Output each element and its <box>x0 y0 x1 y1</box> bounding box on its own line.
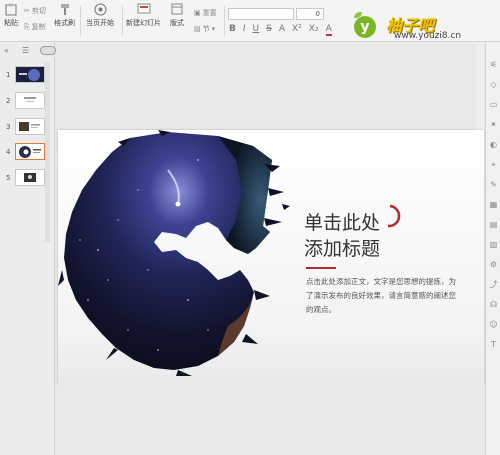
play-icon <box>93 2 107 16</box>
brush-circle-galaxy-image[interactable] <box>58 130 484 385</box>
scissors-icon: ✂ <box>24 7 30 15</box>
format-painter-button[interactable]: 格式刷 <box>54 2 75 28</box>
copy-icon: ⎘ <box>24 22 30 31</box>
logo-url: www.youzi8.cn <box>394 31 462 41</box>
chart-icon[interactable]: ▥ <box>489 240 498 249</box>
layout-icon <box>170 2 184 16</box>
slide-thumbnail-panel: « ☰ 1 2 3 4 5 <box>0 42 56 455</box>
slide-number: 4 <box>6 148 11 156</box>
layout-label: 版式 <box>170 19 184 27</box>
notes-area[interactable] <box>58 385 484 455</box>
divider <box>224 6 225 36</box>
section-icon: ▤ <box>194 25 201 33</box>
text-icon[interactable]: T <box>489 340 498 349</box>
slide-preview <box>15 66 45 83</box>
underline-button[interactable]: U <box>253 24 260 36</box>
font-color-button[interactable]: A <box>325 24 332 36</box>
italic-button[interactable]: I <box>243 24 246 36</box>
slide-preview <box>15 92 45 109</box>
format-painter-label: 格式刷 <box>54 19 75 27</box>
text-format-row: B I U S A X² X₂ A <box>229 24 332 36</box>
right-tool-strip: ⚟ ◇ ▭ ✶ ◐ ⌖ ✎ ▦ ▤ ▥ ⚙ ⤴ ☊ ☺ T <box>485 42 500 455</box>
picture-icon[interactable]: ▤ <box>489 220 498 229</box>
divider <box>122 6 123 36</box>
brush-icon[interactable]: ✎ <box>489 180 498 189</box>
superscript-button[interactable]: X² <box>292 24 302 36</box>
animation-icon[interactable]: ✶ <box>489 120 498 129</box>
layout-button[interactable]: 版式 <box>170 2 184 28</box>
slide-number: 1 <box>6 71 11 79</box>
new-slide-icon <box>137 2 151 16</box>
slide-thumbnail[interactable]: 2 <box>0 92 55 112</box>
pin-icon[interactable]: ⌖ <box>489 160 498 169</box>
slide-preview <box>15 143 45 160</box>
cut-button[interactable]: ✂ 剪切 <box>24 6 46 16</box>
reset-button[interactable]: ▣ 重置 <box>194 8 217 18</box>
shape-icon[interactable]: ◇ <box>489 80 498 89</box>
title-line-1: 单击此处 <box>304 212 381 234</box>
outline-view-icon[interactable]: ☰ <box>22 46 30 55</box>
copy-button[interactable]: ⎘ 复制 <box>24 22 46 32</box>
from-current-label: 当页开始 <box>86 19 114 27</box>
subscript-button[interactable]: X₂ <box>309 24 319 36</box>
accent-line <box>306 267 336 269</box>
reset-icon: ▣ <box>194 9 201 17</box>
new-slide-button[interactable]: 新建幻灯片 <box>126 2 161 28</box>
panel-view-tabs: « ☰ <box>4 46 56 55</box>
copy-label: 复制 <box>31 23 46 31</box>
section-label: 节 <box>202 25 210 33</box>
watermark-logo: y 柚子吧 www.youzi8.cn <box>348 12 488 42</box>
slide-body-placeholder[interactable]: 点击此处添加正文，文字是您思想的提炼，为了演示发布的良好效果，请言简意赅的阐述您… <box>306 275 458 317</box>
collapse-panel-icon[interactable]: « <box>4 46 12 55</box>
layers-icon[interactable]: ▦ <box>489 200 498 209</box>
image-icon[interactable]: ▭ <box>489 100 498 109</box>
font-name-select[interactable] <box>228 8 294 20</box>
slide-title-placeholder[interactable]: 单击此处 添加标题 <box>304 210 380 262</box>
share-icon[interactable]: ⤴ <box>489 280 498 289</box>
divider <box>80 6 81 36</box>
slide-thumbnail[interactable]: 5 <box>0 169 55 189</box>
slide-number: 2 <box>6 97 11 105</box>
paste-button[interactable]: 粘贴 <box>4 2 18 28</box>
bold-button[interactable]: B <box>229 24 236 36</box>
headset-icon[interactable]: ☊ <box>489 300 498 309</box>
paste-icon <box>4 2 18 16</box>
strikethrough-button[interactable]: S <box>266 24 272 36</box>
slide-number: 3 <box>6 123 11 131</box>
slides-view-tab[interactable] <box>40 46 56 55</box>
adjust-icon[interactable]: ⚟ <box>489 60 498 69</box>
slide-thumbnail[interactable]: 1 <box>0 66 55 86</box>
presentation-app: 粘贴 ✂ 剪切 ⎘ 复制 格式刷 当页开始 新建幻灯片 版式 ▣ 重置 ▤ 节 … <box>0 0 500 455</box>
chevron-down-icon: ▾ <box>211 25 216 33</box>
transition-icon[interactable]: ◐ <box>489 140 498 149</box>
format-painter-icon <box>58 2 72 16</box>
paste-label: 粘贴 <box>4 19 18 27</box>
reset-label: 重置 <box>202 9 217 17</box>
slide-number: 5 <box>6 174 11 182</box>
text-shadow-button[interactable]: A <box>279 24 285 36</box>
slide-preview <box>15 118 45 135</box>
face-icon[interactable]: ☺ <box>489 320 498 329</box>
slide-canvas[interactable]: 单击此处 添加标题 点击此处添加正文，文字是您思想的提炼，为了演示发布的良好效果… <box>58 130 484 385</box>
slide-preview <box>15 169 45 186</box>
cut-label: 剪切 <box>31 7 46 15</box>
font-size-select[interactable]: 0 <box>296 8 324 20</box>
ribbon-toolbar: 粘贴 ✂ 剪切 ⎘ 复制 格式刷 当页开始 新建幻灯片 版式 ▣ 重置 ▤ 节 … <box>0 0 500 42</box>
slide-thumbnail-selected[interactable]: 4 <box>0 143 55 163</box>
logo-badge: y <box>354 16 376 38</box>
new-slide-label: 新建幻灯片 <box>126 19 161 27</box>
play-from-current-button[interactable]: 当页开始 <box>86 2 114 28</box>
slide-thumbnail[interactable]: 3 <box>0 118 55 138</box>
tool-icon[interactable]: ⚙ <box>489 260 498 269</box>
title-line-2: 添加标题 <box>304 238 381 260</box>
section-button[interactable]: ▤ 节 ▾ <box>194 24 215 34</box>
